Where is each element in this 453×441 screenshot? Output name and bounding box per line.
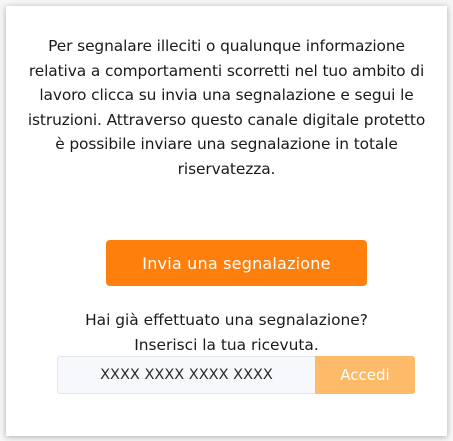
send-report-button[interactable]: Invia una segnalazione	[106, 240, 367, 286]
receipt-prompt-question: Hai già effettuato una segnalazione?	[85, 311, 368, 329]
whistleblowing-card: Per segnalare illeciti o qualunque infor…	[6, 6, 447, 436]
receipt-prompt-instruction: Inserisci la tua ricevuta.	[134, 336, 319, 354]
access-button[interactable]: Accedi	[315, 356, 415, 394]
receipt-form: Accedi	[57, 356, 415, 394]
receipt-code-input[interactable]	[57, 356, 315, 394]
intro-text: Per segnalare illeciti o qualunque infor…	[27, 37, 426, 178]
